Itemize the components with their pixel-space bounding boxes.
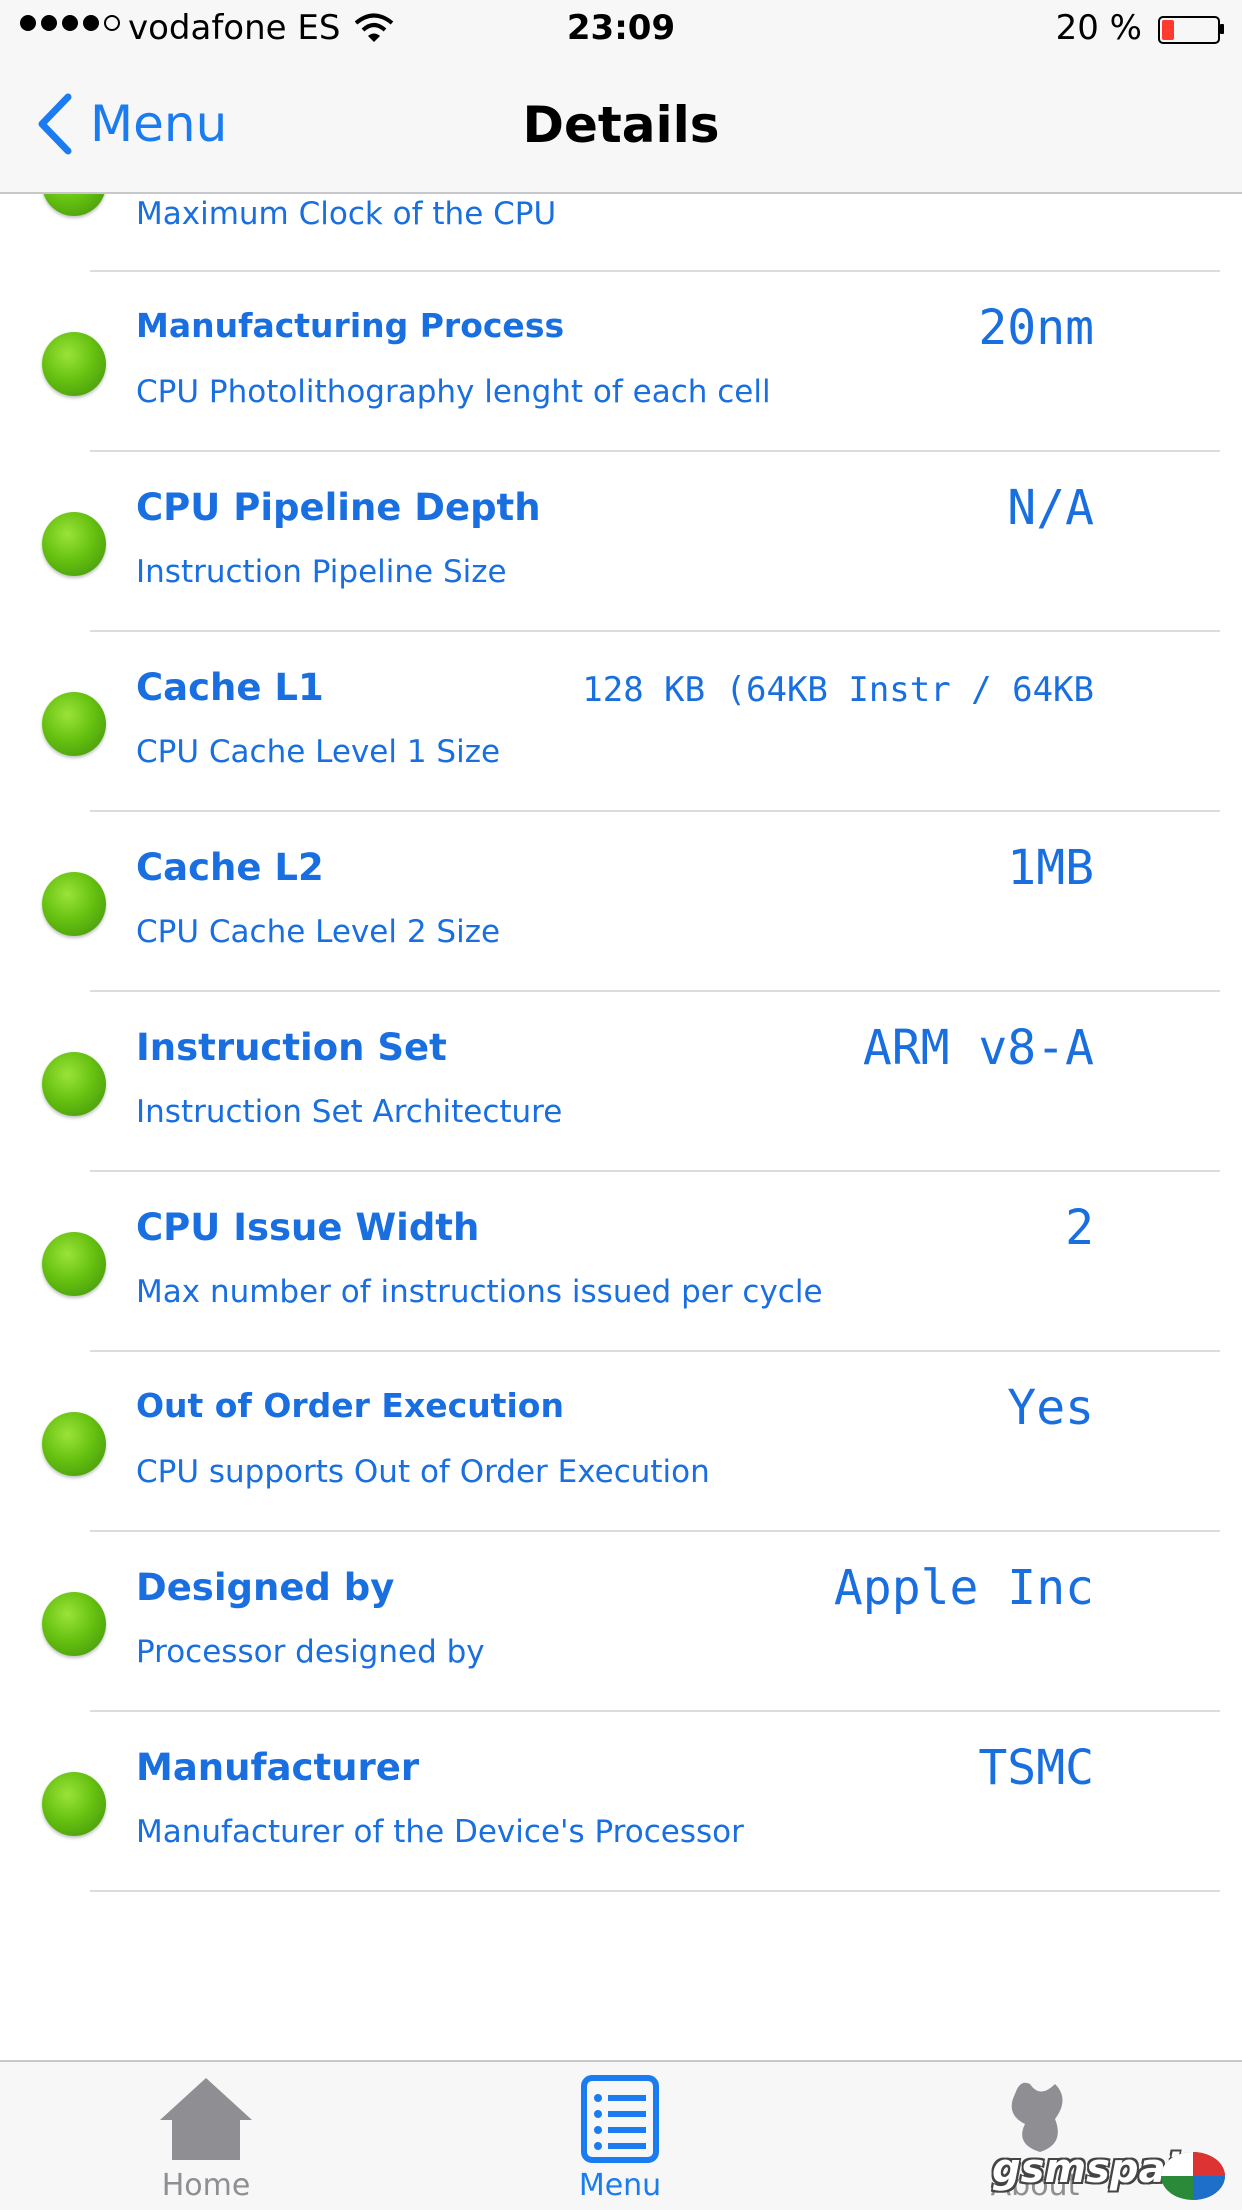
status-dot-icon [42, 1052, 106, 1116]
row-title: Manufacturing Process [136, 306, 565, 345]
battery-icon [1158, 16, 1224, 44]
list-row[interactable]: CPU Pipeline Depth Instruction Pipeline S… [0, 452, 1242, 632]
list-row[interactable]: Designed by Processor designed by Apple In… [0, 1532, 1242, 1712]
row-subtitle: Manufacturer of the Device's Processor [136, 1814, 744, 1850]
row-title: CPU Issue Width [136, 1206, 480, 1249]
watermark-logo: gsmspain [992, 2140, 1232, 2204]
row-value: Yes [1007, 1380, 1094, 1436]
status-bar: vodafone ES 23:09 20 % [0, 0, 1242, 60]
tab-home[interactable]: Home [106, 2062, 306, 2210]
status-dot-icon [42, 872, 106, 936]
row-value: TSMC [978, 1740, 1094, 1796]
row-value: N/A [1007, 480, 1094, 536]
row-value: Apple Inc [833, 1560, 1094, 1616]
status-dot-icon [42, 1232, 106, 1296]
navigation-bar: Menu Details [0, 60, 1242, 194]
pie-logo-icon [1161, 2152, 1225, 2200]
row-subtitle: CPU Cache Level 2 Size [136, 914, 501, 950]
list-row[interactable]: Out of Order Execution CPU supports Out o… [0, 1352, 1242, 1532]
row-value: 20nm [978, 300, 1094, 356]
status-dot-icon [42, 1772, 106, 1836]
row-title: Out of Order Execution [136, 1386, 564, 1425]
row-subtitle: Processor designed by [136, 1634, 485, 1670]
tab-menu-label: Menu [578, 2168, 662, 2203]
row-value: 128 KB (64KB Instr / 64KB [582, 670, 1094, 710]
row-title: Cache L1 [136, 666, 324, 709]
battery-percent: 20 % [1055, 8, 1142, 48]
row-subtitle: Maximum Clock of the CPU [136, 196, 557, 232]
status-dot-icon [42, 512, 106, 576]
row-value: 1MB [1007, 840, 1094, 896]
list-row[interactable]: Cache L2 CPU Cache Level 2 Size 1MB [0, 812, 1242, 992]
row-subtitle: Instruction Pipeline Size [136, 554, 507, 590]
row-value: 2 [1065, 1200, 1094, 1256]
row-value: ARM v8-A [862, 1020, 1094, 1076]
row-subtitle: Instruction Set Architecture [136, 1094, 563, 1130]
status-dot-icon [42, 1592, 106, 1656]
tab-home-label: Home [161, 2168, 251, 2203]
row-subtitle: CPU Cache Level 1 Size [136, 734, 501, 770]
row-title: Cache L2 [136, 846, 324, 889]
status-dot-icon [42, 332, 106, 396]
row-title: Manufacturer [136, 1746, 420, 1789]
row-subtitle: Max number of instructions issued per cy… [136, 1274, 823, 1310]
row-subtitle: CPU Photolithography lenght of each cell [136, 374, 771, 410]
row-divider [90, 1890, 1220, 1892]
status-dot-icon [42, 692, 106, 756]
page-title: Details [522, 96, 720, 154]
row-subtitle: CPU supports Out of Order Execution [136, 1454, 710, 1490]
list-row[interactable]: Manufacturer Manufacturer of the Device's… [0, 1712, 1242, 1892]
row-title: CPU Pipeline Depth [136, 486, 541, 529]
home-icon [160, 2078, 252, 2160]
list-row[interactable]: Instruction Set Instruction Set Architect… [0, 992, 1242, 1172]
list-icon [581, 2075, 659, 2163]
list-row[interactable]: Cache L1 CPU Cache Level 1 Size 128 KB (64… [0, 632, 1242, 812]
status-dot-icon [42, 1412, 106, 1476]
list-row[interactable]: CPU Issue Width Max number of instruction… [0, 1172, 1242, 1352]
tab-menu[interactable]: Menu [520, 2062, 720, 2210]
row-title: Instruction Set [136, 1026, 447, 1069]
list-row[interactable]: Manufacturing Process CPU Photolithograph… [0, 272, 1242, 452]
row-title: Designed by [136, 1566, 395, 1609]
